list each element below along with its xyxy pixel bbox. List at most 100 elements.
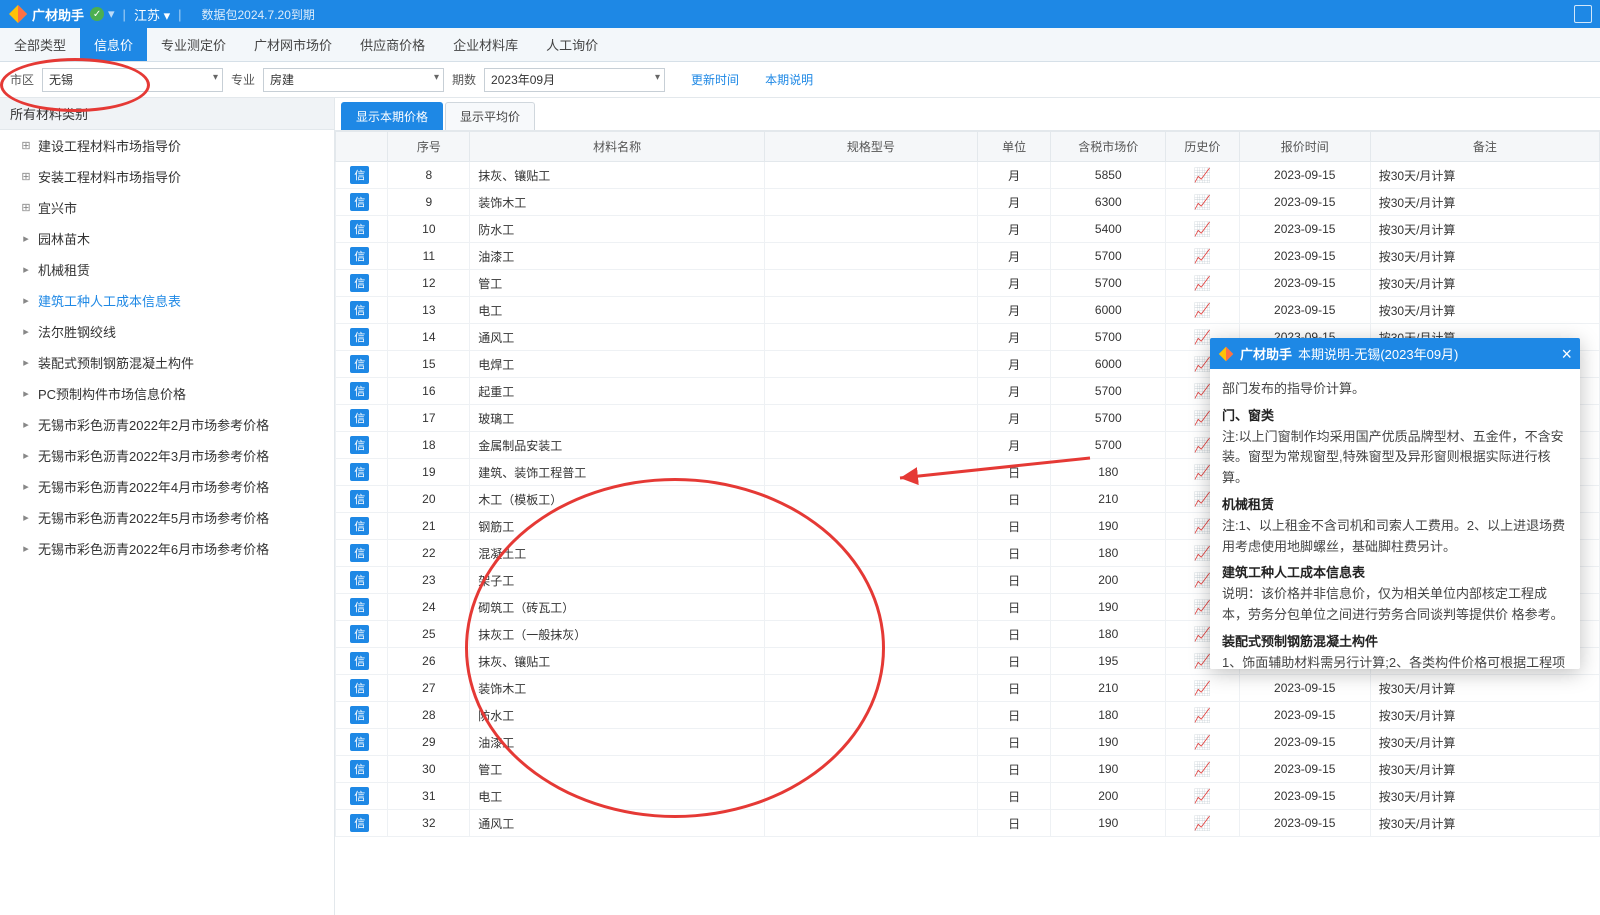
- cell-history[interactable]: 📈: [1166, 243, 1240, 270]
- tree-item[interactable]: ▸PC预制构件市场信息价格: [0, 378, 334, 409]
- tree-item-label: 机械租赁: [38, 260, 90, 279]
- table-row[interactable]: 信30管工日190📈2023-09-15按30天/月计算: [336, 756, 1600, 783]
- tree-item[interactable]: ▸装配式预制钢筋混凝土构件: [0, 347, 334, 378]
- cell-history[interactable]: 📈: [1166, 216, 1240, 243]
- table-row[interactable]: 信31电工日200📈2023-09-15按30天/月计算: [336, 783, 1600, 810]
- tree-item-label: 无锡市彩色沥青2022年6月市场参考价格: [38, 539, 269, 558]
- chart-icon[interactable]: 📈: [1194, 410, 1211, 426]
- tree-item[interactable]: ▸法尔胜钢绞线: [0, 316, 334, 347]
- main-tab[interactable]: 广材网市场价: [240, 28, 346, 61]
- close-icon[interactable]: ×: [1561, 345, 1572, 363]
- main-tab[interactable]: 供应商价格: [346, 28, 439, 61]
- tree-item[interactable]: ▸机械租赁: [0, 254, 334, 285]
- chart-icon[interactable]: 📈: [1194, 707, 1211, 723]
- col-header: 报价时间: [1239, 132, 1370, 162]
- tree-item[interactable]: ▸无锡市彩色沥青2022年2月市场参考价格: [0, 409, 334, 440]
- table-row[interactable]: 信28防水工日180📈2023-09-15按30天/月计算: [336, 702, 1600, 729]
- cell-idx: 21: [388, 513, 470, 540]
- update-time-link[interactable]: 更新时间: [691, 71, 739, 88]
- chart-icon[interactable]: 📈: [1194, 383, 1211, 399]
- tree-item[interactable]: ▸无锡市彩色沥青2022年3月市场参考价格: [0, 440, 334, 471]
- package-icon[interactable]: [1574, 5, 1592, 23]
- chart-icon[interactable]: 📈: [1194, 275, 1211, 291]
- chart-icon[interactable]: 📈: [1194, 302, 1211, 318]
- cell-history[interactable]: 📈: [1166, 675, 1240, 702]
- cell-history[interactable]: 📈: [1166, 162, 1240, 189]
- chart-icon[interactable]: 📈: [1194, 599, 1211, 615]
- main-tab[interactable]: 专业测定价: [147, 28, 240, 61]
- chart-icon[interactable]: 📈: [1194, 221, 1211, 237]
- table-row[interactable]: 信10防水工月5400📈2023-09-15按30天/月计算: [336, 216, 1600, 243]
- content-tab[interactable]: 显示平均价: [445, 102, 535, 130]
- period-select[interactable]: [484, 68, 665, 92]
- cell-history[interactable]: 📈: [1166, 702, 1240, 729]
- popup-section: 门、窗类注:以上门窗制作均采用国产优质品牌型材、五金件，不含安装。窗型为常规窗型…: [1222, 406, 1568, 489]
- document-icon: ▸: [20, 294, 32, 307]
- profession-select[interactable]: [263, 68, 444, 92]
- tree-item[interactable]: ▸无锡市彩色沥青2022年6月市场参考价格: [0, 533, 334, 564]
- chart-icon[interactable]: 📈: [1194, 572, 1211, 588]
- main-tab[interactable]: 全部类型: [0, 28, 80, 61]
- table-row[interactable]: 信12管工月5700📈2023-09-15按30天/月计算: [336, 270, 1600, 297]
- tree-item[interactable]: ⊞安装工程材料市场指导价: [0, 161, 334, 192]
- table-row[interactable]: 信32通风工日190📈2023-09-15按30天/月计算: [336, 810, 1600, 837]
- period-desc-link[interactable]: 本期说明: [765, 71, 813, 88]
- cell-idx: 31: [388, 783, 470, 810]
- table-row[interactable]: 信9装饰木工月6300📈2023-09-15按30天/月计算: [336, 189, 1600, 216]
- main-tab[interactable]: 人工询价: [532, 28, 612, 61]
- tree-item[interactable]: ▸无锡市彩色沥青2022年4月市场参考价格: [0, 471, 334, 502]
- chart-icon[interactable]: 📈: [1194, 464, 1211, 480]
- province-selector[interactable]: 江苏 ▾: [134, 5, 170, 24]
- chart-icon[interactable]: 📈: [1194, 194, 1211, 210]
- cell-note: 按30天/月计算: [1370, 189, 1599, 216]
- cell-note: 按30天/月计算: [1370, 162, 1599, 189]
- table-row[interactable]: 信8抹灰、镶贴工月5850📈2023-09-15按30天/月计算: [336, 162, 1600, 189]
- tree-item[interactable]: ▸园林苗木: [0, 223, 334, 254]
- chart-icon[interactable]: 📈: [1194, 167, 1211, 183]
- cell-history[interactable]: 📈: [1166, 189, 1240, 216]
- cell-spec: [764, 432, 977, 459]
- chart-icon[interactable]: 📈: [1194, 680, 1211, 696]
- main-tab[interactable]: 信息价: [80, 28, 147, 61]
- chart-icon[interactable]: 📈: [1194, 788, 1211, 804]
- chart-icon[interactable]: 📈: [1194, 653, 1211, 669]
- cell-history[interactable]: 📈: [1166, 270, 1240, 297]
- tree-item[interactable]: ⊞宜兴市: [0, 192, 334, 223]
- cell-name: 装饰木工: [470, 675, 765, 702]
- cell-name: 抹灰工（一般抹灰）: [470, 621, 765, 648]
- tree-item[interactable]: ▸建筑工种人工成本信息表: [0, 285, 334, 316]
- table-row[interactable]: 信11油漆工月5700📈2023-09-15按30天/月计算: [336, 243, 1600, 270]
- table-row[interactable]: 信27装饰木工日210📈2023-09-15按30天/月计算: [336, 675, 1600, 702]
- divider: |: [178, 7, 181, 22]
- cell-history[interactable]: 📈: [1166, 783, 1240, 810]
- cell-history[interactable]: 📈: [1166, 756, 1240, 783]
- main-tab[interactable]: 企业材料库: [439, 28, 532, 61]
- table-row[interactable]: 信13电工月6000📈2023-09-15按30天/月计算: [336, 297, 1600, 324]
- chart-icon[interactable]: 📈: [1194, 329, 1211, 345]
- chart-icon[interactable]: 📈: [1194, 518, 1211, 534]
- cell-idx: 29: [388, 729, 470, 756]
- chart-icon[interactable]: 📈: [1194, 761, 1211, 777]
- tree-item[interactable]: ▸无锡市彩色沥青2022年5月市场参考价格: [0, 502, 334, 533]
- chart-icon[interactable]: 📈: [1194, 248, 1211, 264]
- tree-item[interactable]: ⊞建设工程材料市场指导价: [0, 130, 334, 161]
- chart-icon[interactable]: 📈: [1194, 734, 1211, 750]
- region-select[interactable]: [42, 68, 223, 92]
- chevron-down-icon[interactable]: ▾: [108, 6, 115, 22]
- content-tab[interactable]: 显示本期价格: [341, 102, 443, 130]
- cell-history[interactable]: 📈: [1166, 297, 1240, 324]
- cell-unit: 月: [977, 378, 1051, 405]
- cell-price: 190: [1051, 513, 1166, 540]
- cell-history[interactable]: 📈: [1166, 810, 1240, 837]
- cell-history[interactable]: 📈: [1166, 729, 1240, 756]
- chart-icon[interactable]: 📈: [1194, 437, 1211, 453]
- chart-icon[interactable]: 📈: [1194, 626, 1211, 642]
- cell-price: 190: [1051, 729, 1166, 756]
- chart-icon[interactable]: 📈: [1194, 491, 1211, 507]
- document-icon: ▸: [20, 511, 32, 524]
- chart-icon[interactable]: 📈: [1194, 356, 1211, 372]
- table-row[interactable]: 信29油漆工日190📈2023-09-15按30天/月计算: [336, 729, 1600, 756]
- chart-icon[interactable]: 📈: [1194, 545, 1211, 561]
- info-badge: 信: [350, 382, 369, 400]
- chart-icon[interactable]: 📈: [1194, 815, 1211, 831]
